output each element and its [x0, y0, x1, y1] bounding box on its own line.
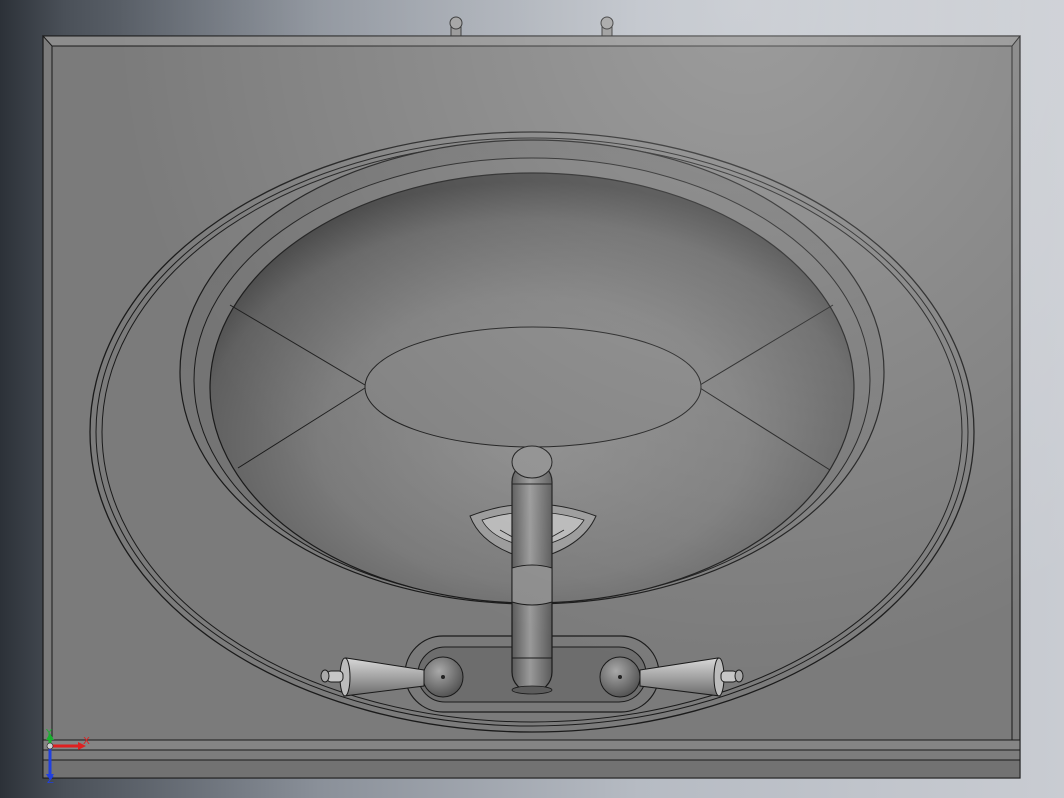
- graphics-viewport[interactable]: X Y Z: [0, 0, 1064, 798]
- y-axis-label: Y: [45, 728, 53, 739]
- z-axis-label: Z: [47, 775, 54, 786]
- model-view[interactable]: X Y Z: [0, 0, 1064, 798]
- faucet-spout: [511, 445, 553, 695]
- triad-origin: [46, 742, 54, 750]
- x-axis-label: X: [83, 736, 90, 747]
- mounting-pin-left: [449, 16, 463, 39]
- mounting-pin-right: [600, 16, 614, 39]
